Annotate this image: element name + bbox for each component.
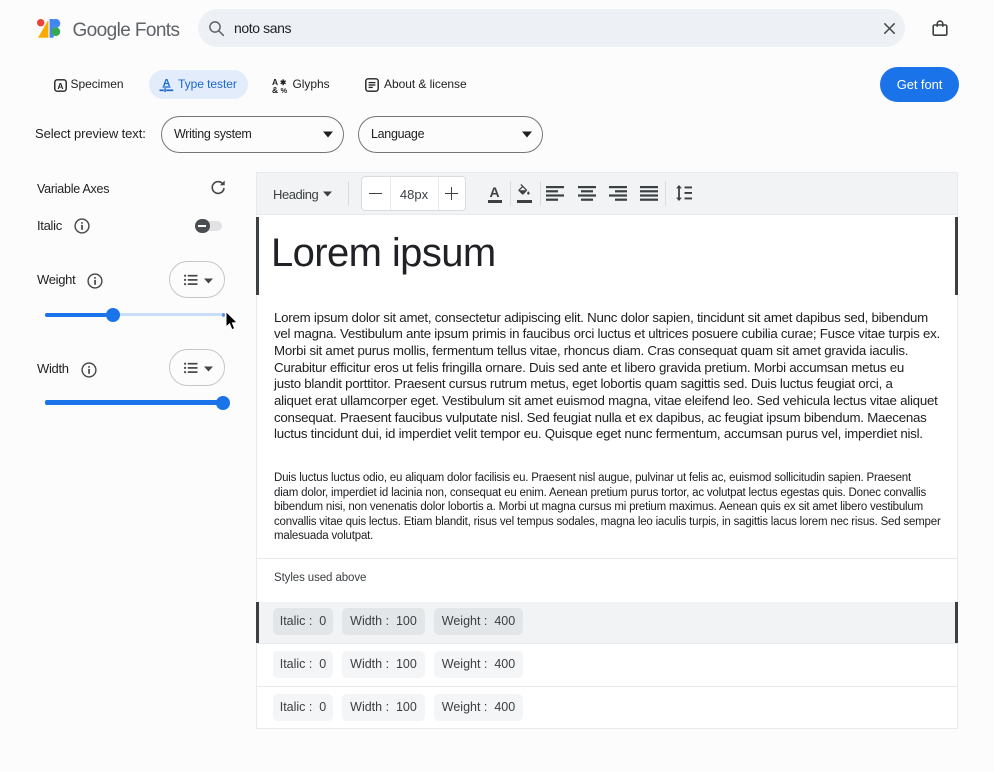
svg-text:%: % xyxy=(281,86,288,93)
svg-text:A: A xyxy=(57,80,63,90)
svg-text:&: & xyxy=(272,85,278,93)
